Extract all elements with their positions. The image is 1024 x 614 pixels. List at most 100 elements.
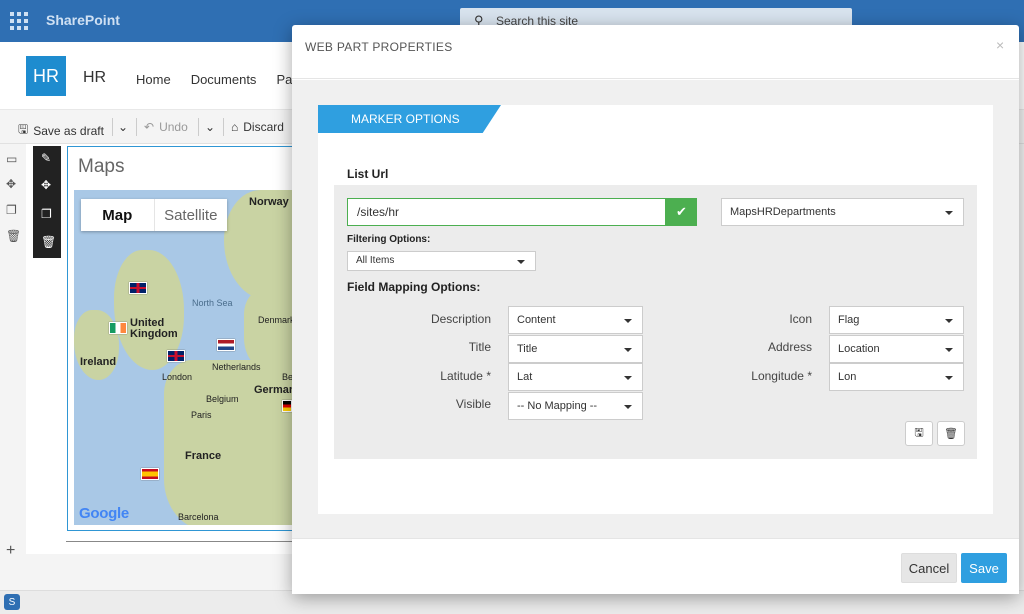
checkmark-icon: ✔ <box>676 204 687 219</box>
sharepoint-icon[interactable]: S <box>4 594 20 610</box>
map-type-toggle: Map Satellite <box>81 199 227 231</box>
validate-url-button[interactable]: ✔ <box>666 198 697 226</box>
save-icon: 🖫 <box>18 122 29 136</box>
list-select-value: MapsHRDepartments <box>730 206 836 218</box>
undo-button[interactable]: ↶ Undo <box>144 120 188 134</box>
move-icon[interactable]: ✥ <box>41 178 51 192</box>
list-url-label: List Url <box>347 167 389 181</box>
tab-marker-options[interactable]: MARKER OPTIONS <box>318 105 501 133</box>
undo-label: Undo <box>159 120 188 134</box>
map-label-denmark: Denmark <box>258 315 295 325</box>
discard-icon: ⌂ <box>231 120 239 134</box>
floppy-disk-icon: 🖫 <box>914 427 924 439</box>
section-divider <box>66 541 292 542</box>
latitude-select[interactable]: Lat <box>508 363 643 391</box>
undo-dropdown-chevron-icon[interactable]: ⌄ <box>205 120 215 134</box>
map-marker-ireland-flag[interactable] <box>109 322 127 334</box>
sharepoint-brand[interactable]: SharePoint <box>46 12 120 28</box>
google-logo: Google <box>79 505 129 522</box>
filtering-options-value: All Items <box>356 255 395 266</box>
nav-item-documents[interactable]: Documents <box>191 72 257 87</box>
save-draft-label: Save as draft <box>33 123 104 138</box>
undo-icon: ↶ <box>144 120 155 134</box>
longitude-select-value: Lon <box>838 371 857 383</box>
webpart-title[interactable]: Maps <box>78 156 124 178</box>
visible-select-value: -- No Mapping -- <box>517 400 598 412</box>
list-url-input[interactable] <box>347 198 666 226</box>
map-label-germany: German <box>254 384 296 396</box>
map-label-netherlands: Netherlands <box>212 362 261 372</box>
add-section-plus-icon[interactable]: + <box>6 542 15 560</box>
title-label: Title <box>468 340 491 354</box>
comment-icon[interactable]: ▭ <box>6 152 17 166</box>
address-select-value: Location <box>838 343 880 355</box>
chevron-down-icon <box>624 405 632 409</box>
save-mapping-button[interactable]: 🖫 <box>905 421 933 446</box>
chevron-down-icon <box>517 260 525 264</box>
longitude-label: Longitude * <box>751 369 812 383</box>
move-icon[interactable]: ✥ <box>6 177 16 191</box>
divider <box>112 118 113 136</box>
app-launcher-icon[interactable] <box>10 12 28 30</box>
list-select[interactable]: MapsHRDepartments <box>721 198 964 226</box>
latitude-label: Latitude * <box>440 369 491 383</box>
delete-mapping-button[interactable]: 🗑 <box>937 421 965 446</box>
discard-button[interactable]: ⌂ Discard <box>231 120 284 134</box>
copy-icon[interactable]: ❐ <box>6 203 17 217</box>
map-label-united-kingdom: United Kingdom <box>130 317 178 340</box>
dialog-footer: Cancel Save <box>292 538 1019 594</box>
list-settings-box: ✔ MapsHRDepartments Filtering Options: A… <box>334 185 977 459</box>
site-nav: Home Documents Pag <box>136 72 300 87</box>
map-label-london: London <box>162 372 193 382</box>
longitude-select[interactable]: Lon <box>829 363 964 391</box>
icon-label: Icon <box>789 312 812 326</box>
save-dropdown-chevron-icon[interactable]: ⌄ <box>118 120 128 134</box>
title-select-value: Title <box>517 343 538 355</box>
dialog-header: WEB PART PROPERTIES × <box>292 25 1019 79</box>
map-label-norway: Norway <box>249 196 289 208</box>
duplicate-icon[interactable]: ❐ <box>41 207 52 221</box>
chevron-down-icon <box>945 348 953 352</box>
map-marker-uk-flag[interactable] <box>129 282 147 294</box>
title-select[interactable]: Title <box>508 335 643 363</box>
map-label-north-sea: North Sea <box>192 298 233 308</box>
description-select[interactable]: Content <box>508 306 643 334</box>
discard-label: Discard <box>243 120 284 134</box>
nav-item-home[interactable]: Home <box>136 72 171 87</box>
chevron-down-icon <box>945 319 953 323</box>
visible-select[interactable]: -- No Mapping -- <box>508 392 643 420</box>
close-icon[interactable]: × <box>996 37 1004 53</box>
map-marker-netherlands-flag[interactable] <box>217 339 235 351</box>
map-marker-london-flag[interactable] <box>167 350 185 362</box>
map-label-barcelona: Barcelona <box>178 512 219 522</box>
address-label: Address <box>767 340 812 354</box>
divider <box>198 118 199 136</box>
map-marker-spain-flag[interactable] <box>141 468 159 480</box>
description-select-value: Content <box>517 314 556 326</box>
filtering-options-label: Filtering Options: <box>347 234 431 245</box>
filtering-options-select[interactable]: All Items <box>347 251 536 271</box>
divider <box>136 118 137 136</box>
web-part-properties-dialog: WEB PART PROPERTIES × MARKER OPTIONS Lis… <box>292 25 1019 594</box>
icon-select[interactable]: Flag <box>829 306 964 334</box>
address-select[interactable]: Location <box>829 335 964 363</box>
site-name[interactable]: HR <box>83 69 106 87</box>
satellite-view-button[interactable]: Satellite <box>153 199 228 231</box>
edit-pencil-icon[interactable]: ✎ <box>41 151 51 165</box>
map-label-france: France <box>185 450 222 462</box>
divider <box>223 118 224 136</box>
delete-icon[interactable]: 🗑 <box>41 235 56 249</box>
map-view-button[interactable]: Map <box>81 199 154 231</box>
site-logo[interactable]: HR <box>26 56 66 96</box>
latitude-select-value: Lat <box>517 371 533 383</box>
save-button[interactable]: Save <box>961 553 1007 583</box>
cancel-button[interactable]: Cancel <box>901 553 957 583</box>
save-draft-button[interactable]: 🖫 Save as draft <box>18 120 104 141</box>
map-marker-germany-flag[interactable] <box>282 400 292 412</box>
dialog-title: WEB PART PROPERTIES <box>305 40 453 54</box>
marker-options-panel: MARKER OPTIONS List Url ✔ MapsHRDepartme… <box>318 105 993 514</box>
chevron-down-icon <box>624 376 632 380</box>
webpart-edit-toolbar: ✎ ✥ ❐ 🗑 <box>33 146 61 258</box>
delete-icon[interactable]: 🗑 <box>6 229 21 243</box>
map-land <box>244 290 292 370</box>
